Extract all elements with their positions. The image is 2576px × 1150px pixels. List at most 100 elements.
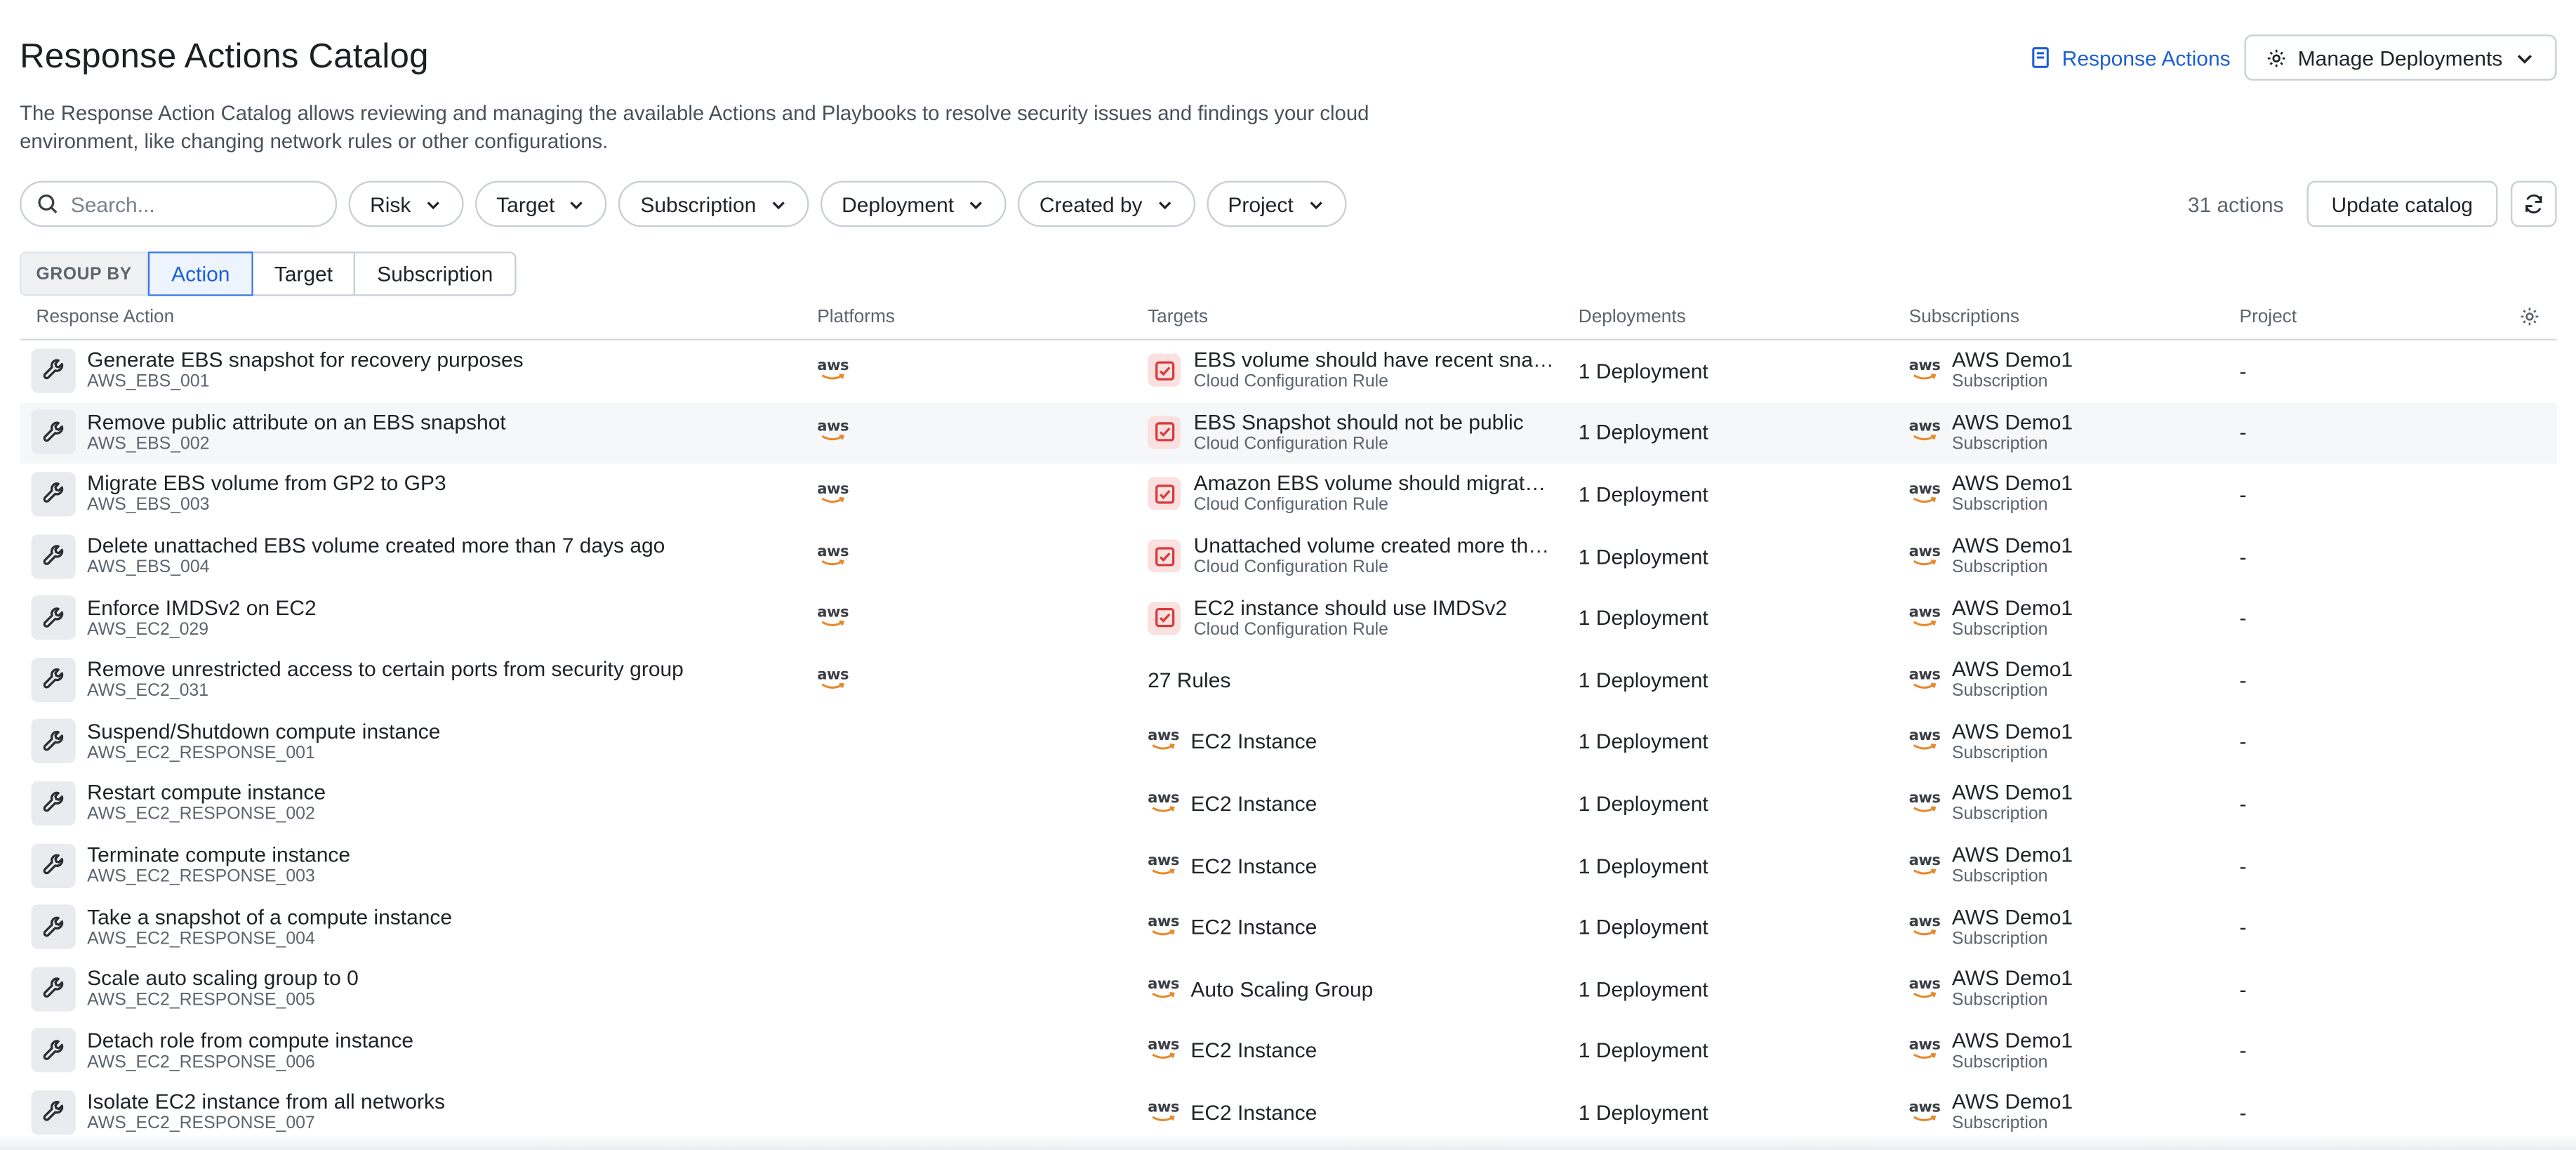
action-name: Detach role from compute instance [87, 1027, 414, 1052]
table-row[interactable]: Detach role from compute instance AWS_EC… [20, 1021, 2556, 1083]
filter-bar: Risk Target Subscription Deployment Crea… [20, 180, 1346, 227]
column-header-subscriptions[interactable]: Subscriptions [1909, 308, 2019, 327]
wrench-icon [31, 595, 76, 640]
filter-created-by[interactable]: Created by [1018, 180, 1195, 227]
action-cell: Generate EBS snapshot for recovery purpo… [31, 341, 524, 401]
project-cell: - [2239, 773, 2246, 833]
target-cell: aws EC2 Instance [1148, 711, 1317, 772]
project-value: - [2239, 482, 2247, 507]
target-name[interactable]: 27 Rules [1148, 668, 1230, 692]
action-name: Restart compute instance [87, 780, 326, 805]
subscription-type: Subscription [1951, 434, 2048, 454]
action-id: AWS_EC2_031 [87, 681, 209, 701]
subscription-type: Subscription [1951, 1052, 2048, 1072]
project-value: - [2239, 852, 2247, 878]
deployment-count: 1 Deployment [1578, 914, 1708, 939]
subscription-name: AWS Demo1 [1951, 409, 2073, 435]
group-by-action[interactable]: Action [148, 251, 253, 296]
column-header-targets[interactable]: Targets [1148, 308, 1208, 327]
project-cell: - [2239, 341, 2246, 401]
target-name[interactable]: Unattached volume created more tha... [1194, 533, 1555, 557]
action-cell: Delete unattached EBS volume created mor… [31, 526, 665, 586]
column-header-project[interactable]: Project [2239, 308, 2297, 327]
table-row[interactable]: Remove unrestricted access to certain po… [20, 649, 2556, 711]
target-cell: aws EC2 Instance [1148, 1083, 1317, 1143]
project-value: - [2239, 791, 2247, 816]
table-row[interactable]: Migrate EBS volume from GP2 to GP3 AWS_E… [20, 464, 2556, 526]
target-name[interactable]: EBS volume should have recent snaps... [1194, 348, 1555, 372]
update-catalog-button[interactable]: Update catalog [2306, 180, 2498, 227]
aws-logo-icon: aws [1909, 668, 1941, 690]
deployment-count: 1 Deployment [1578, 791, 1708, 816]
subscription-name: AWS Demo1 [1951, 347, 2073, 373]
target-name: EC2 Instance [1190, 729, 1317, 754]
target-type: Cloud Configuration Rule [1193, 434, 1388, 454]
filter-target[interactable]: Target [474, 180, 608, 227]
column-settings-gear-icon[interactable] [2519, 306, 2540, 327]
table-row[interactable]: Scale auto scaling group to 0 AWS_EC2_RE… [20, 959, 2556, 1021]
aws-logo-icon: aws [1909, 1101, 1941, 1123]
subscription-name: AWS Demo1 [1951, 780, 2073, 805]
action-name: Remove public attribute on an EBS snapsh… [87, 409, 506, 435]
aws-logo-icon: aws [1148, 1101, 1179, 1123]
deployment-count: 1 Deployment [1578, 358, 1708, 383]
action-cell: Migrate EBS volume from GP2 to GP3 AWS_E… [31, 464, 446, 524]
table-row[interactable]: Suspend/Shutdown compute instance AWS_EC… [20, 711, 2556, 773]
project-value: - [2239, 729, 2247, 754]
action-name: Terminate compute instance [87, 842, 351, 867]
deployments-cell: 1 Deployment [1579, 341, 1708, 401]
search-input[interactable] [70, 191, 301, 217]
filter-deployment[interactable]: Deployment [820, 180, 1007, 227]
subscription-cell: aws AWS Demo1 Subscription [1909, 959, 2073, 1019]
target-name[interactable]: EC2 instance should use IMDSv2 [1194, 595, 1508, 619]
project-cell: - [2239, 1021, 2246, 1081]
target-name: EC2 Instance [1190, 1099, 1317, 1125]
aws-logo-icon: aws [1909, 730, 1941, 752]
chevron-down-icon [1158, 201, 1171, 209]
action-cell: Remove unrestricted access to certain po… [31, 649, 684, 710]
deployments-cell: 1 Deployment [1579, 1083, 1708, 1143]
deployment-count: 1 Deployment [1578, 976, 1708, 1001]
target-cell: aws Auto Scaling Group [1148, 959, 1373, 1019]
target-name[interactable]: Amazon EBS volume should migrate fr... [1194, 471, 1555, 496]
table-row[interactable]: Take a snapshot of a compute instance AW… [20, 897, 2556, 958]
subscription-type: Subscription [1951, 557, 2048, 578]
table-row[interactable]: Delete unattached EBS volume created mor… [20, 526, 2556, 588]
column-header-platforms[interactable]: Platforms [817, 308, 895, 327]
action-name: Migrate EBS volume from GP2 to GP3 [87, 471, 446, 496]
chevron-down-icon [571, 201, 583, 209]
target-cell: aws EC2 Instance [1148, 835, 1317, 895]
aws-logo-icon: aws [817, 421, 849, 443]
target-cell: aws EC2 Instance [1148, 1021, 1317, 1081]
table-row[interactable]: Restart compute instance AWS_EC2_RESPONS… [20, 773, 2556, 835]
target-name[interactable]: EBS Snapshot should not be public [1194, 409, 1524, 434]
table-row[interactable]: Terminate compute instance AWS_EC2_RESPO… [20, 835, 2556, 897]
group-by-subscription[interactable]: Subscription [355, 251, 517, 296]
filter-project[interactable]: Project [1206, 180, 1346, 227]
aws-logo-icon: aws [1909, 607, 1941, 628]
column-header-response-action[interactable]: Response Action [36, 308, 175, 327]
subscription-cell: aws AWS Demo1 Subscription [1909, 835, 2073, 895]
group-by-label: GROUP BY [20, 251, 149, 296]
column-header-deployments[interactable]: Deployments [1579, 308, 1686, 327]
table-row[interactable]: Enforce IMDSv2 on EC2 AWS_EC2_029 aws EC… [20, 588, 2556, 649]
group-by-target[interactable]: Target [253, 251, 356, 296]
target-cell: aws EC2 Instance [1148, 897, 1317, 957]
deployment-count: 1 Deployment [1578, 1038, 1708, 1064]
filter-subscription[interactable]: Subscription [618, 180, 809, 227]
wrench-icon [31, 719, 76, 764]
subscription-name: AWS Demo1 [1951, 965, 2073, 991]
platform-cell: aws [817, 402, 849, 463]
response-actions-link[interactable]: Response Actions [2029, 39, 2231, 77]
project-value: - [2239, 1099, 2247, 1125]
table-row[interactable]: Remove public attribute on an EBS snapsh… [20, 402, 2557, 465]
actions-table: Response Action Platforms Targets Deploy… [20, 296, 2557, 1144]
chevron-down-icon [1309, 201, 1322, 209]
subscription-cell: aws AWS Demo1 Subscription [1909, 1083, 2073, 1143]
manage-deployments-button[interactable]: Manage Deployments [2243, 34, 2557, 81]
table-row[interactable]: Generate EBS snapshot for recovery purpo… [20, 341, 2556, 402]
refresh-button[interactable] [2510, 180, 2557, 227]
filter-risk[interactable]: Risk [348, 180, 464, 227]
search-box[interactable] [20, 180, 338, 227]
action-name: Remove unrestricted access to certain po… [87, 656, 684, 682]
